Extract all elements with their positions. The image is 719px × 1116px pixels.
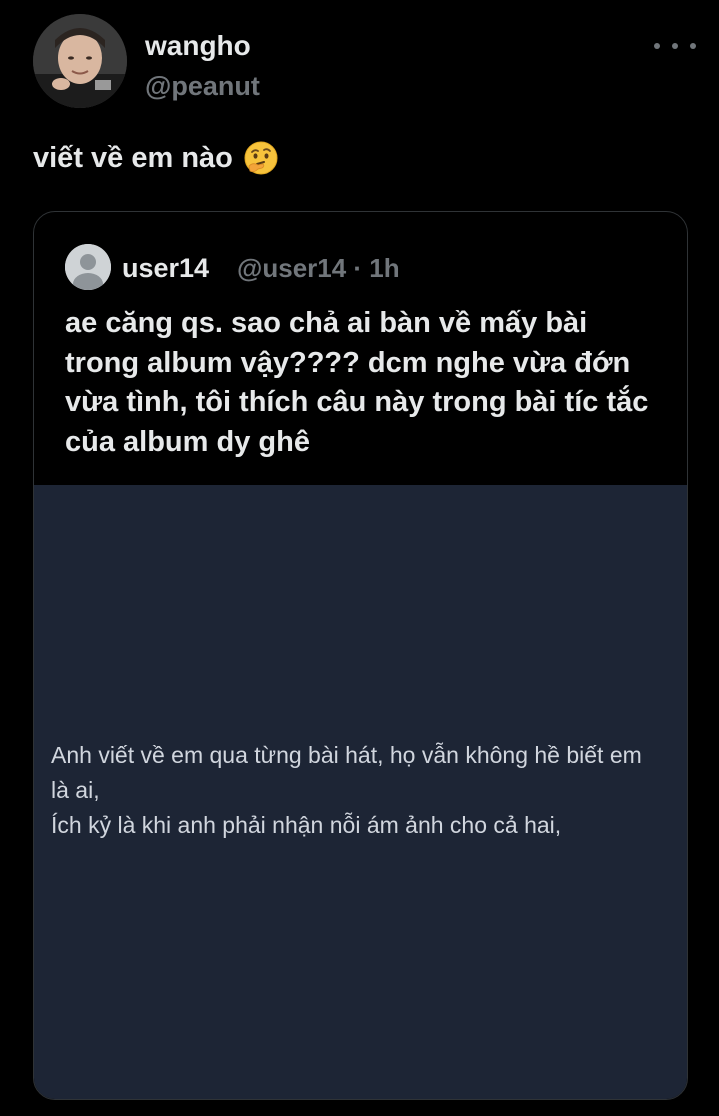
lyric-text: Anh viết về em qua từng bài hát, họ vẫn …: [51, 738, 661, 843]
quoted-post-text: ae căng qs. sao chả ai bàn về mấy bài tr…: [65, 307, 649, 458]
quoted-author-name[interactable]: user14: [122, 252, 209, 284]
author-avatar[interactable]: [33, 14, 127, 108]
quoted-author-meta: @user14 · 1h: [237, 253, 400, 283]
author-display-name[interactable]: wangho: [145, 30, 251, 62]
more-dot: [672, 43, 678, 49]
author-avatar-image: [33, 14, 127, 108]
more-options-icon[interactable]: [654, 36, 696, 56]
default-avatar-icon: [65, 244, 111, 290]
quoted-author-avatar[interactable]: [65, 244, 111, 290]
more-dot: [690, 43, 696, 49]
thinking-face-icon: [243, 140, 279, 176]
post-text: viết về em nào: [33, 140, 279, 176]
author-handle[interactable]: @peanut: [145, 70, 260, 102]
lyric-line-1: Anh viết về em qua từng bài hát, họ vẫn …: [51, 742, 642, 803]
quoted-post[interactable]: user14 @user14 · 1h ae căng qs. sao chả …: [33, 211, 688, 1100]
quoted-post-image[interactable]: Anh viết về em qua từng bài hát, họ vẫn …: [34, 485, 687, 1099]
post-text-content: viết về em nào: [33, 142, 233, 174]
lyric-line-2: Ích kỷ là khi anh phải nhận nỗi ám ảnh c…: [51, 812, 562, 838]
more-dot: [654, 43, 660, 49]
